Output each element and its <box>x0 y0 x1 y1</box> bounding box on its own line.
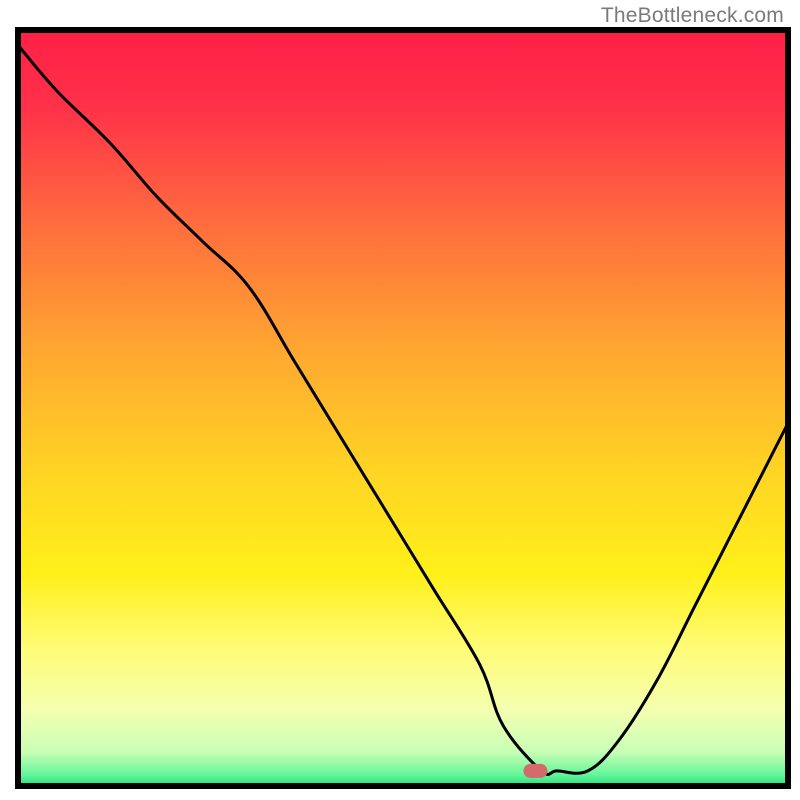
bottleneck-chart <box>0 0 800 800</box>
plot-background <box>18 30 788 786</box>
chart-container: TheBottleneck.com <box>0 0 800 800</box>
optimal-marker <box>523 764 547 778</box>
